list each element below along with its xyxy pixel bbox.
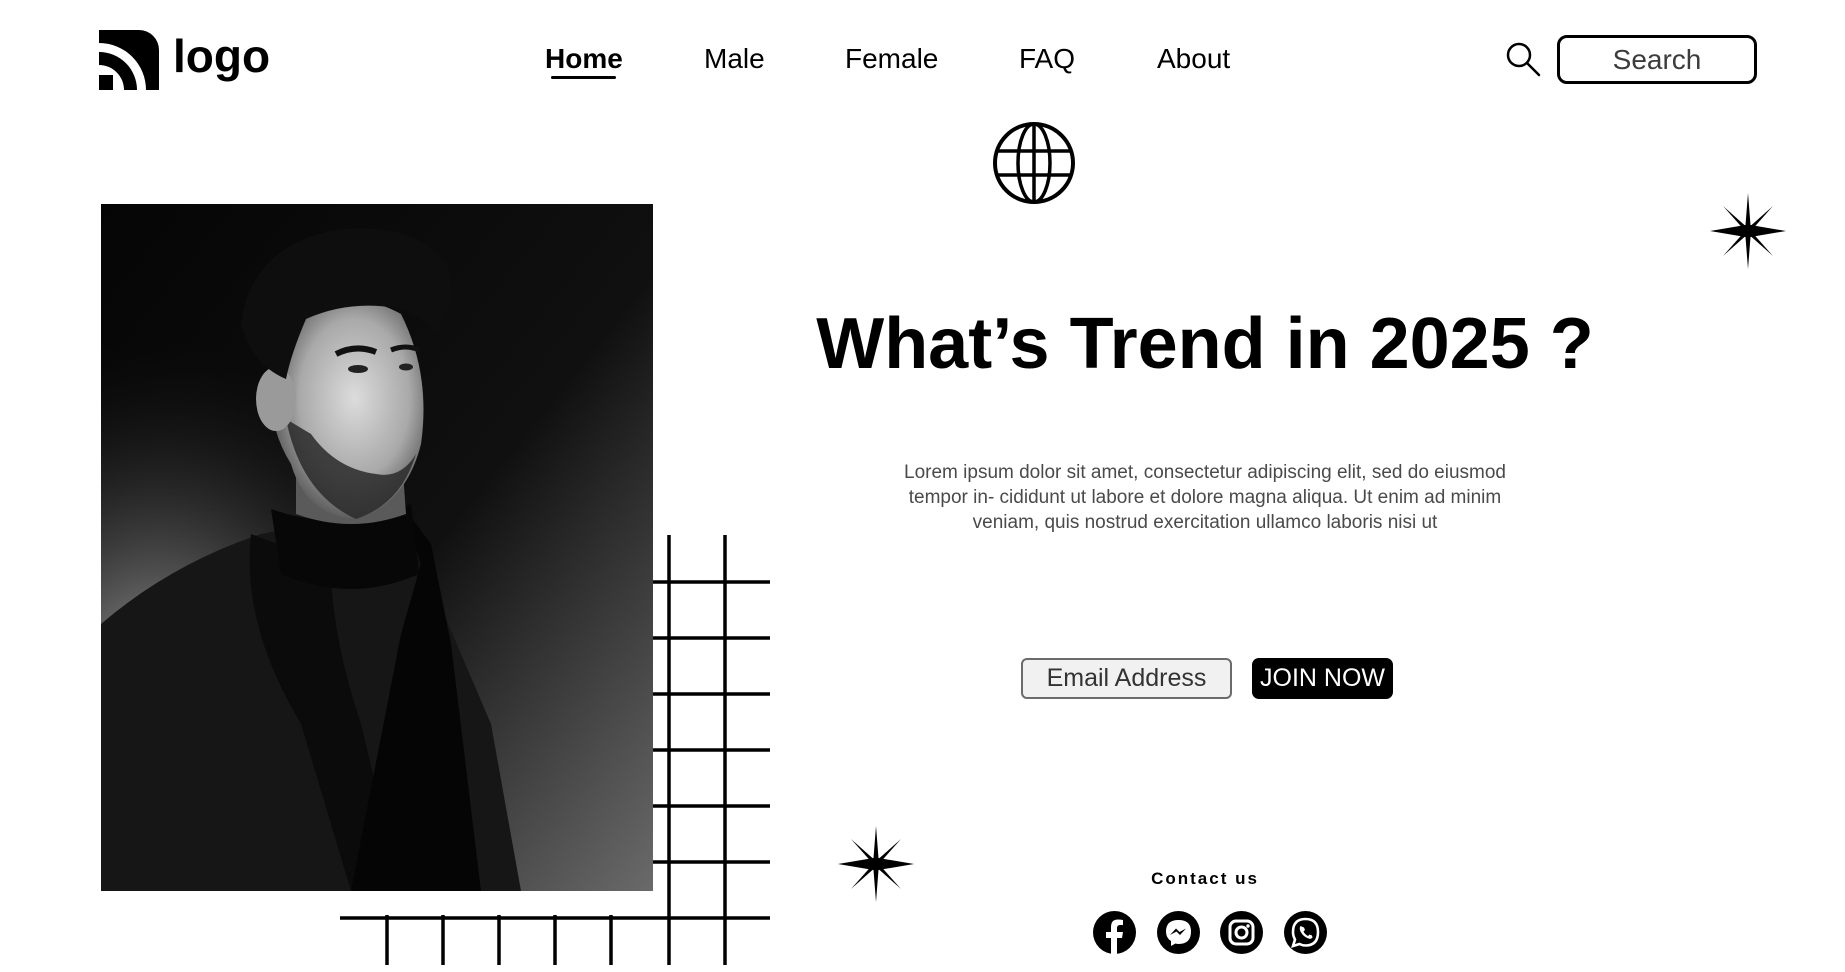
messenger-icon[interactable] <box>1157 911 1200 954</box>
hero-description: Lorem ipsum dolor sit amet, consectetur … <box>904 462 1506 533</box>
logo-text: logo <box>173 30 271 82</box>
nav-faq[interactable]: FAQ <box>1019 42 1075 76</box>
logo-mark-icon <box>99 30 159 90</box>
search-input[interactable] <box>1557 35 1757 84</box>
logo[interactable]: logo <box>99 28 289 92</box>
contact-title: Contact us <box>1151 869 1259 888</box>
instagram-icon[interactable] <box>1220 911 1263 954</box>
whatsapp-icon[interactable] <box>1284 911 1327 954</box>
search-icon[interactable] <box>1505 41 1541 77</box>
sparkle-icon <box>1710 193 1786 269</box>
nav-about[interactable]: About <box>1157 42 1230 76</box>
portrait-illustration <box>101 204 653 891</box>
nav-active-underline <box>551 76 616 79</box>
nav-female[interactable]: Female <box>845 42 938 76</box>
sparkle-icon <box>838 826 914 902</box>
email-field[interactable] <box>1021 658 1232 699</box>
globe-icon <box>993 122 1075 204</box>
join-now-button[interactable]: JOIN NOW <box>1252 658 1393 699</box>
facebook-icon[interactable] <box>1093 911 1136 954</box>
nav-male[interactable]: Male <box>704 42 765 76</box>
hero-portrait-photo <box>101 204 653 891</box>
nav-home[interactable]: Home <box>545 42 623 76</box>
hero-title: What’s Trend in 2025 ? <box>816 304 1594 384</box>
